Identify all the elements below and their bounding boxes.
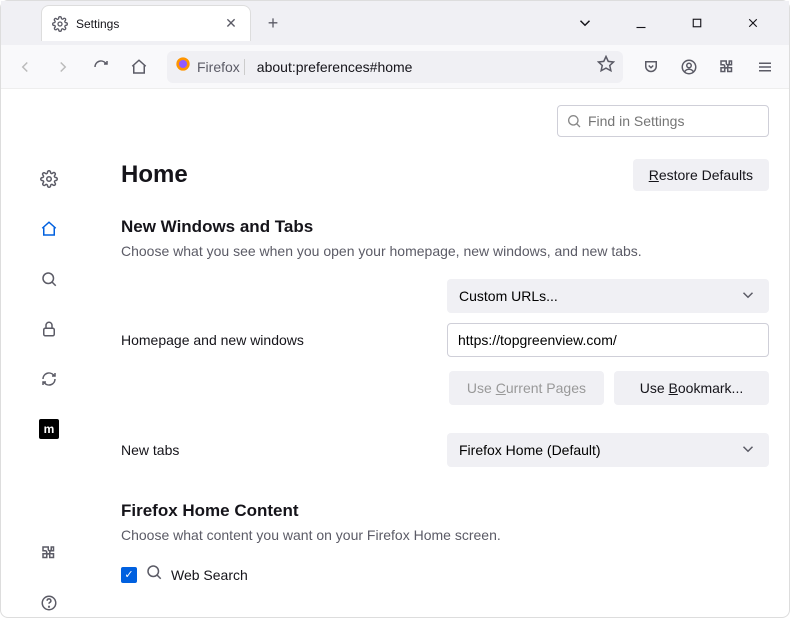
titlebar: Settings ✕ + [1,1,789,45]
sidebar-privacy[interactable] [35,315,63,343]
find-settings-input[interactable] [588,113,760,129]
search-icon [566,112,582,130]
newtabs-label: New tabs [121,442,447,458]
sidebar-general[interactable] [35,165,63,193]
app-menu-button[interactable] [749,51,781,83]
section2-desc: Choose what content you want on your Fir… [121,527,769,543]
main: Home Restore Defaults New Windows and Ta… [97,89,789,617]
url-bar[interactable]: Firefox about:preferences#home [167,51,623,83]
homepage-url-input[interactable] [447,323,769,357]
find-settings-box[interactable] [557,105,769,137]
section-desc: Choose what you see when you open your h… [121,243,769,259]
firefox-icon [175,56,191,77]
new-tab-button[interactable]: + [259,9,287,37]
content: m Home Restore Defaults New Windows and … [1,89,789,617]
sidebar: m [1,89,97,617]
home-button[interactable] [123,51,155,83]
gear-icon [52,16,68,32]
sidebar-home[interactable] [35,215,63,243]
sidebar-sync[interactable] [35,365,63,393]
sidebar-help[interactable] [35,589,63,617]
window-controls [565,1,789,45]
close-window-button[interactable] [733,8,773,38]
sidebar-extensions[interactable] [35,539,63,567]
homepage-select[interactable]: Custom URLs... [447,279,769,313]
search-icon [145,563,163,586]
forward-button[interactable] [47,51,79,83]
bookmark-star-icon[interactable] [597,55,615,78]
identity-label: Firefox [197,59,245,75]
page-title: Home [121,161,188,189]
all-tabs-button[interactable] [565,8,605,38]
newtabs-select[interactable]: Firefox Home (Default) [447,433,769,467]
tab-title: Settings [76,17,214,31]
extensions-button[interactable] [711,51,743,83]
account-button[interactable] [673,51,705,83]
sidebar-search[interactable] [35,265,63,293]
toolbar: Firefox about:preferences#home [1,45,789,89]
section2-heading: Firefox Home Content [121,501,769,521]
url-text: about:preferences#home [251,59,591,75]
chevron-down-icon [739,286,757,307]
homepage-select-value: Custom URLs... [459,288,558,304]
section-heading: New Windows and Tabs [121,217,769,237]
use-bookmark-button[interactable]: Use Bookmark... [614,371,769,405]
websearch-label: Web Search [171,567,248,583]
reload-button[interactable] [85,51,117,83]
chevron-down-icon [739,440,757,461]
tab-strip: Settings ✕ + [1,1,565,45]
minimize-button[interactable] [621,8,661,38]
homepage-label: Homepage and new windows [121,332,447,348]
websearch-checkbox[interactable]: ✓ [121,567,137,583]
newtabs-select-value: Firefox Home (Default) [459,442,601,458]
maximize-button[interactable] [677,8,717,38]
sidebar-more[interactable]: m [35,415,63,443]
tab-settings[interactable]: Settings ✕ [41,5,251,41]
restore-defaults-button[interactable]: Restore Defaults [633,159,769,191]
back-button[interactable] [9,51,41,83]
close-icon[interactable]: ✕ [222,15,240,33]
pocket-button[interactable] [635,51,667,83]
use-current-pages-button[interactable]: Use Current Pages [449,371,604,405]
